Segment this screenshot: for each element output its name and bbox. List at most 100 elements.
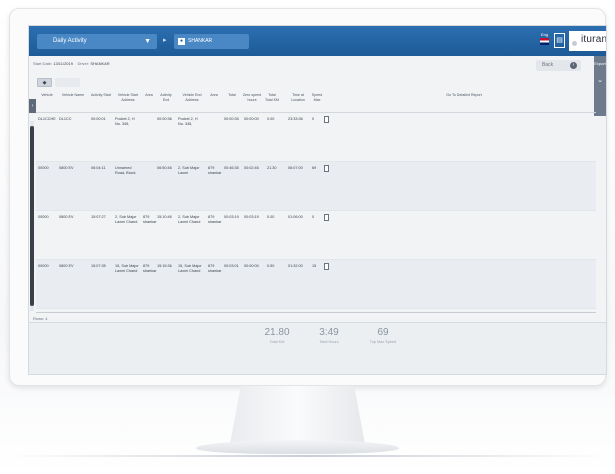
cell-activity-start: 06:04:11: [91, 166, 106, 170]
col-header[interactable]: Time at Location: [288, 93, 308, 102]
col-header[interactable]: Vehicle Name: [59, 93, 87, 98]
col-header[interactable]: Total: [224, 93, 240, 98]
language-switch[interactable]: Eng: [539, 32, 550, 49]
cell-vehicle: 00000: [38, 215, 49, 219]
cell-total: 00:00:35: [224, 117, 239, 121]
top-speed-value: 69: [377, 327, 389, 338]
cell-speed-max: 69: [312, 166, 317, 170]
cell-time-at-location: 01:06:00: [288, 215, 303, 219]
top-speed-stat: 69 Top Max Speed: [361, 327, 405, 344]
cell-end-address: 2, Sub Major Laxmi Chand: [178, 215, 201, 224]
cell-vehicle: 00000: [38, 264, 49, 268]
cell-total-km: 0.00: [267, 117, 275, 121]
back-button-label: Back: [542, 62, 554, 68]
col-header[interactable]: Vehicle End Address: [178, 93, 206, 102]
cell-activity-start: 00:00:01: [91, 117, 106, 121]
cell-start-area: 879 shankar: [143, 215, 157, 224]
top-speed-label: Top Max Speed: [369, 340, 397, 344]
report-selector[interactable]: Daily Activity ▼: [37, 34, 157, 49]
table-divider: [36, 312, 596, 313]
cell-total: 00:03:19: [224, 215, 239, 219]
cell-start-address: 2, Sub Major Laxmi Chand: [115, 215, 138, 224]
col-header[interactable]: Speed Max: [310, 93, 324, 102]
driver-selector[interactable]: ● SHANKAR: [174, 34, 249, 49]
driver-selector-label: SHANKAR: [188, 38, 213, 44]
breadcrumb-arrow-icon: ▸: [163, 37, 167, 44]
cell-end-area: 879 shankar: [208, 166, 222, 175]
start-date-label: Start Date:: [33, 61, 53, 66]
cell-vehicle-name: 0800 EV: [59, 166, 74, 170]
top-bar: Daily Activity ▼ ▸ ● SHANKAR Eng ▤ itura…: [29, 26, 606, 56]
cell-total-km: 0.00: [267, 215, 275, 219]
col-header[interactable]: Zero speed hours: [241, 93, 263, 102]
col-header[interactable]: Go To Detailed Report: [434, 93, 494, 98]
cell-start-area: 879 shankar: [143, 264, 157, 273]
col-header[interactable]: Activity Start: [91, 93, 111, 98]
detailed-report-icon[interactable]: [324, 214, 329, 221]
summary-panel: 21.80 Total KM 3:49 Total Hours 69 Top M…: [29, 322, 606, 374]
arrow-left-icon: ‹: [570, 62, 577, 69]
table-header: Vehicle Vehicle Name Activity Start Vehi…: [36, 91, 596, 113]
floor-reflection: [0, 455, 615, 457]
table-row[interactable]: 00000 0800 EV 06:04:11 Unnamed Road, Blo…: [36, 162, 596, 211]
brand-logo: ituran: [569, 31, 606, 51]
cell-start-address: Pocket 2, H No. 345,: [115, 117, 135, 126]
cell-end-area: 879 shankar: [208, 215, 222, 224]
cell-speed-max: 15: [312, 264, 317, 268]
cell-zero-speed: 00:00:00: [244, 117, 259, 121]
cell-activity-end: 15:15:36: [157, 264, 172, 268]
total-hours-value: 3:49: [319, 327, 339, 338]
cell-total: 00:46:35: [224, 166, 239, 170]
col-header[interactable]: Total Total KM: [265, 93, 279, 102]
total-km-value: 21.80: [264, 327, 290, 338]
cell-zero-speed: 00:02:46: [244, 166, 259, 170]
start-date-value: 13/11/2019: [53, 61, 73, 66]
monitor-stand-neck: [230, 386, 365, 444]
monitor-frame: Daily Activity ▼ ▸ ● SHANKAR Eng ▤ itura…: [9, 8, 607, 386]
scene: Daily Activity ▼ ▸ ● SHANKAR Eng ▤ itura…: [0, 0, 615, 474]
cell-vehicle-name: 0800 EV: [59, 264, 74, 268]
export-label: Export: [594, 61, 606, 66]
detailed-report-icon[interactable]: [324, 165, 329, 172]
cell-speed-max: 0: [312, 215, 315, 219]
col-header[interactable]: Area: [143, 93, 155, 98]
rows-total: Rows: 4: [33, 316, 48, 321]
report-selector-label: Daily Activity: [53, 38, 87, 44]
col-header[interactable]: Activity End: [157, 93, 175, 102]
table-row[interactable]: DL1CCHE DL1CC 00:00:01 Pocket 2, H No. 3…: [36, 113, 596, 162]
secondary-button[interactable]: [55, 78, 80, 87]
cell-end-address: Pocket 2, H No. 345,: [178, 117, 198, 126]
cell-time-at-location: 06:07:00: [288, 166, 303, 170]
cell-activity-start: 15:07:27: [91, 215, 106, 219]
col-header[interactable]: Vehicle: [38, 93, 56, 98]
detailed-report-icon[interactable]: [324, 263, 329, 270]
cell-end-address: 2, Sub Major Laxmi: [178, 166, 200, 175]
detailed-report-icon[interactable]: [324, 116, 329, 123]
collapse-button[interactable]: ◆: [37, 78, 52, 87]
cell-zero-speed: 00:03:19: [244, 215, 259, 219]
cell-speed-max: 0: [312, 117, 315, 121]
cell-vehicle: DL1CCHE: [38, 117, 56, 121]
cell-activity-end: 15:10:46: [157, 215, 172, 219]
table-row[interactable]: 00000 0800 EV 15:07:35 15, Sub Major Lax…: [36, 260, 596, 309]
table-row[interactable]: 00000 0800 EV 15:07:27 2, Sub Major Laxm…: [36, 211, 596, 260]
document-icon[interactable]: ▤: [554, 33, 565, 48]
side-tab[interactable]: ‹: [29, 99, 36, 113]
person-icon: ●: [178, 38, 185, 45]
cell-vehicle-name: DL1CC: [59, 117, 72, 121]
cell-total-km: 21.30: [267, 166, 277, 170]
cell-end-address: 15, Sub Major Laxmi Chand: [178, 264, 202, 273]
language-code: Eng: [540, 32, 549, 37]
col-header[interactable]: Area: [208, 93, 220, 98]
cell-start-address: 15, Sub Major Laxmi Chand: [115, 264, 139, 273]
logo-mark-icon: [572, 41, 577, 46]
uk-flag-icon: [540, 38, 549, 45]
cell-zero-speed: 00:00:00: [244, 264, 259, 268]
col-header[interactable]: Vehicle Start Address: [115, 93, 141, 102]
cell-vehicle-name: 0800 EV: [59, 215, 74, 219]
scrollbar-thumb[interactable]: [30, 126, 34, 306]
driver-value: SHANKAR: [90, 61, 110, 66]
total-hours-label: Total Hours: [319, 340, 339, 344]
chevron-down-icon: ▼: [144, 38, 151, 45]
back-button[interactable]: Back ‹: [536, 60, 581, 71]
